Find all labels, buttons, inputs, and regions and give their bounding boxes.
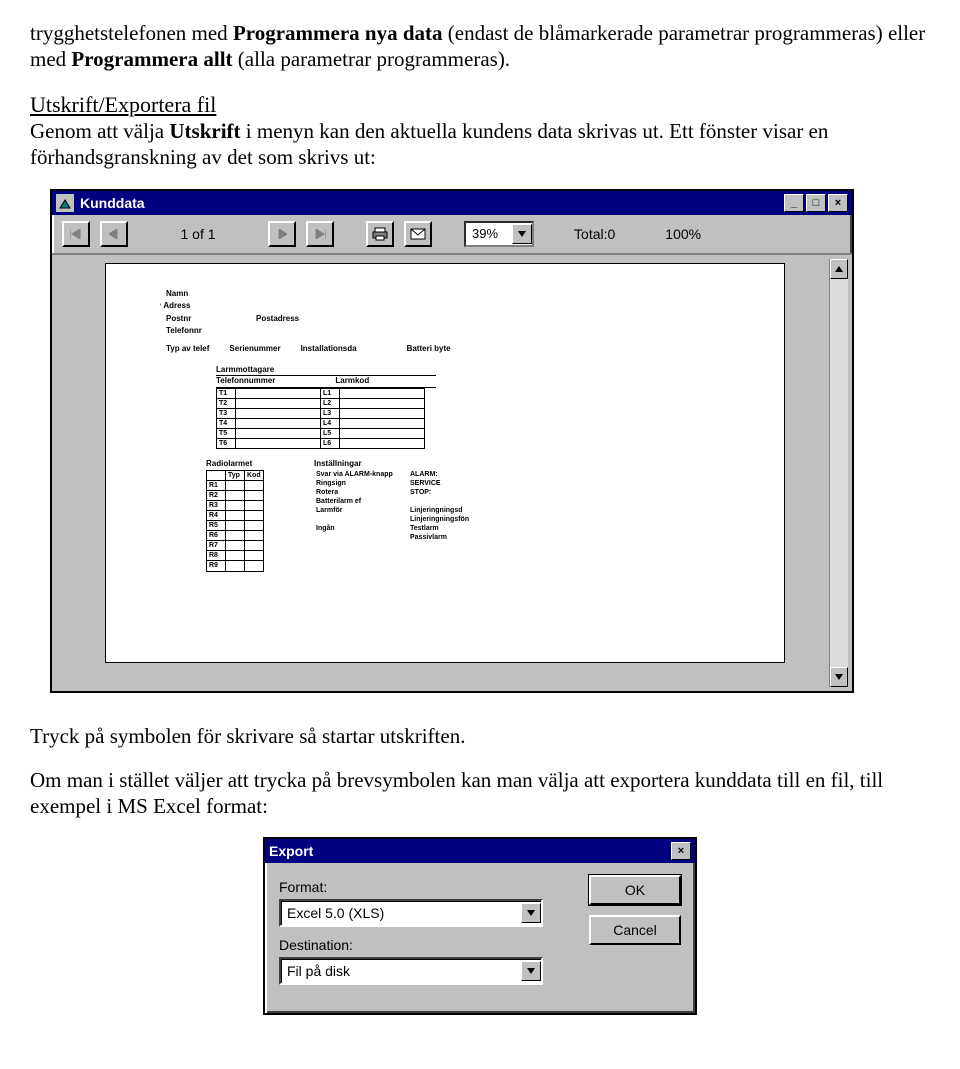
kunddata-window-icon xyxy=(56,194,74,212)
paragraph-1-bold-2: Programmera allt xyxy=(71,47,237,71)
preview-page: Namn ' Adress Postnr Postadress Telefonn… xyxy=(105,263,785,663)
chevron-up-icon xyxy=(835,266,843,272)
paragraph-1-text-d: (alla parametrar programmeras). xyxy=(238,47,510,71)
total-count: Total:0 xyxy=(574,226,615,242)
pv-radiolarmet: Radiolarmet xyxy=(206,459,264,469)
pv-namn: Namn xyxy=(166,289,226,299)
zoom-value: 39% xyxy=(466,226,512,241)
pv-batteri-byte: Batteri byte xyxy=(407,344,451,354)
paragraph-3: Tryck på symbolen för skrivare så starta… xyxy=(30,723,930,749)
nav-prev-button[interactable] xyxy=(100,221,128,247)
paragraph-1: trygghetstelefonen med Programmera nya d… xyxy=(30,20,930,73)
pv-postadress: Postadress xyxy=(256,314,299,324)
nav-first-button[interactable] xyxy=(62,221,90,247)
format-value: Excel 5.0 (XLS) xyxy=(281,905,521,921)
cancel-button[interactable]: Cancel xyxy=(589,915,681,945)
nav-next-button[interactable] xyxy=(268,221,296,247)
chevron-down-icon xyxy=(527,968,535,974)
pv-adress: ' Adress xyxy=(160,301,220,312)
pv-table-r: TypKod R1 R2 R3 R4 R5 R6 R7 R8 R9 xyxy=(206,470,264,572)
load-percent: 100% xyxy=(665,226,701,242)
ok-button[interactable]: OK xyxy=(589,875,681,905)
minimize-button[interactable]: _ xyxy=(784,194,804,212)
zoom-dropdown-button[interactable] xyxy=(512,224,532,244)
destination-dropdown-button[interactable] xyxy=(521,961,541,981)
preview-scroll-area: Namn ' Adress Postnr Postadress Telefonn… xyxy=(52,255,852,691)
page-indicator: 1 of 1 xyxy=(138,226,258,242)
pv-installationsda: Installationsda xyxy=(301,344,357,354)
chevron-down-icon xyxy=(527,910,535,916)
pv-typ-av-telef: Typ av telef xyxy=(166,344,209,354)
pv-telefonnr: Telefonnr xyxy=(166,326,226,336)
paragraph-2-text-a: Genom att välja xyxy=(30,119,169,143)
chevron-down-icon xyxy=(518,231,526,237)
pv-table-settings: Svar via ALARM-knappALARM: RingsignSERVI… xyxy=(314,470,482,543)
chevron-down-icon xyxy=(835,674,843,680)
envelope-icon xyxy=(410,228,426,240)
paragraph-1-text-a: trygghetstelefonen med xyxy=(30,21,233,45)
print-button[interactable] xyxy=(366,221,394,247)
pv-telefonnummer: Telefonnummer xyxy=(216,376,275,386)
format-dropdown-button[interactable] xyxy=(521,903,541,923)
kunddata-window: Kunddata _ □ × 1 of 1 39% xyxy=(50,189,854,693)
export-titlebar: Export × xyxy=(265,839,695,863)
pv-installningar: Inställningar xyxy=(314,459,482,469)
paragraph-4: Om man i stället väljer att trycka på br… xyxy=(30,767,930,820)
export-close-button[interactable]: × xyxy=(671,842,691,860)
destination-value: Fil på disk xyxy=(281,963,521,979)
close-button[interactable]: × xyxy=(828,194,848,212)
pv-larmkod: Larmkod xyxy=(335,376,369,386)
vertical-scrollbar[interactable] xyxy=(829,259,848,687)
export-window: Export × Format: Excel 5.0 (XLS) Destina… xyxy=(263,837,697,1015)
printer-icon xyxy=(372,227,388,241)
pv-table-t: T1L1 T2L2 T3L3 T4L4 T5L5 T6L6 xyxy=(216,388,425,450)
kunddata-title: Kunddata xyxy=(80,195,145,211)
maximize-button[interactable]: □ xyxy=(806,194,826,212)
section-heading-block: Utskrift/Exportera fil Genom att välja U… xyxy=(30,91,930,171)
destination-label: Destination: xyxy=(279,937,575,953)
paragraph-2-bold: Utskrift xyxy=(169,119,240,143)
pv-larmmottagare: Larmmottagare xyxy=(216,365,274,375)
export-mail-button[interactable] xyxy=(404,221,432,247)
scroll-down-button[interactable] xyxy=(830,667,848,687)
destination-combo[interactable]: Fil på disk xyxy=(279,957,543,985)
format-combo[interactable]: Excel 5.0 (XLS) xyxy=(279,899,543,927)
pv-serienummer: Serienummer xyxy=(229,344,280,354)
export-title: Export xyxy=(269,843,313,859)
kunddata-toolbar: 1 of 1 39% Total:0 100% xyxy=(52,215,852,255)
kunddata-titlebar: Kunddata _ □ × xyxy=(52,191,852,215)
format-label: Format: xyxy=(279,879,575,895)
pv-postnr: Postnr xyxy=(166,314,226,324)
nav-last-button[interactable] xyxy=(306,221,334,247)
section-heading: Utskrift/Exportera fil xyxy=(30,92,216,117)
paragraph-1-bold-1: Programmera nya data xyxy=(233,21,448,45)
scroll-up-button[interactable] xyxy=(830,259,848,279)
zoom-combo[interactable]: 39% xyxy=(464,221,534,247)
